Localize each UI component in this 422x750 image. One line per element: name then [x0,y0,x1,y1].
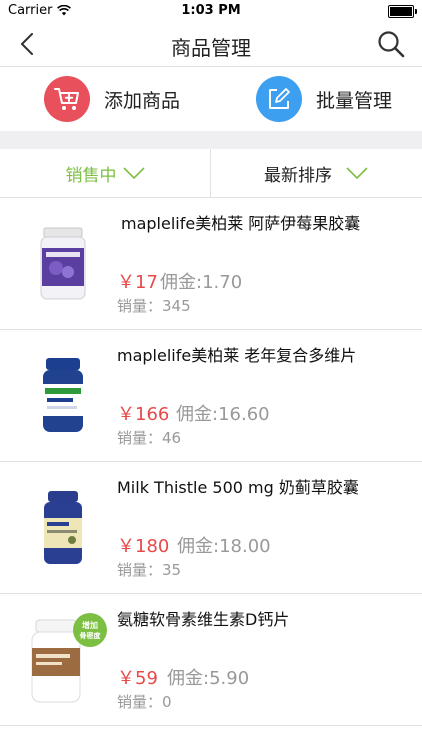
page-title: 商品管理 [171,36,251,60]
product-price: ￥17 [117,272,158,293]
action-bar: 添加商品 批量管理 [0,67,422,131]
sort-dropdown[interactable]: 最新排序 [211,149,421,197]
product-sales: 销量：345 [117,297,191,315]
nav-bar: 商品管理 [0,22,422,67]
product-list: maplelife美柏莱 阿萨伊莓果胶囊 ￥17 佣金:1.70 销量：345 … [0,198,422,726]
product-sales: 销量：0 [117,693,172,711]
back-chevron-icon [21,33,33,55]
product-price: ￥166 [117,404,170,425]
product-row[interactable]: 增加 骨密度 氨糖软骨素维生素D钙片 ￥59 佣金:5.90 销量：0 [0,594,422,726]
status-filter-dropdown[interactable]: 销售中 [0,149,211,197]
sort-label: 最新排序 [264,165,332,186]
product-price: ￥180 [117,536,170,557]
product-commission: 佣金:5.90 [167,668,250,689]
batch-manage-button[interactable]: 批量管理 [256,67,392,131]
product-row[interactable]: maplelife美柏莱 阿萨伊莓果胶囊 ￥17 佣金:1.70 销量：345 [0,198,422,330]
product-commission: 佣金:1.70 [160,272,243,293]
product-sales: 销量：35 [117,561,182,579]
multivitamin-bottle-image [43,358,83,432]
svg-text:增加: 增加 [82,620,98,630]
product-name: 氨糖软骨素维生素D钙片 [117,610,290,629]
product-name: maplelife美柏莱 阿萨伊莓果胶囊 [121,214,361,233]
add-product-button[interactable]: 添加商品 [44,67,180,131]
product-sales: 销量：46 [117,429,182,447]
status-filter-label: 销售中 [65,165,117,186]
product-name: maplelife美柏莱 老年复合多维片 [117,346,357,365]
edit-icon [269,88,290,109]
status-bar: Carrier 1:03 PM [0,0,422,22]
berry-bottle-image [40,227,86,300]
product-commission: 佣金:16.60 [176,404,270,425]
cart-add-icon [54,88,79,110]
product-commission: 佣金:18.00 [177,536,271,557]
calcium-bottle-image: 增加 骨密度 [31,613,107,703]
svg-text:骨密度: 骨密度 [80,631,102,640]
search-button[interactable] [374,27,408,61]
batch-manage-icon-circle [256,76,302,122]
section-divider [0,131,422,149]
back-button[interactable] [10,27,44,61]
milk-thistle-bottle-image [44,491,82,564]
product-price: ￥59 [117,668,158,689]
chevron-down-icon [122,167,145,179]
product-row[interactable]: Milk Thistle 500 mg 奶蓟草胶囊 ￥180 佣金:18.00 … [0,462,422,594]
filter-bar: 销售中 最新排序 [0,149,422,198]
batch-manage-label: 批量管理 [316,89,393,112]
chevron-down-icon [346,167,368,179]
product-row[interactable]: maplelife美柏莱 老年复合多维片 ￥166 佣金:16.60 销量：46 [0,330,422,462]
add-product-icon-circle [44,76,90,122]
battery-icon [388,5,417,18]
status-time: 1:03 PM [181,3,241,18]
product-name: Milk Thistle 500 mg 奶蓟草胶囊 [117,478,359,497]
search-icon [378,31,405,58]
add-product-label: 添加商品 [104,89,181,112]
